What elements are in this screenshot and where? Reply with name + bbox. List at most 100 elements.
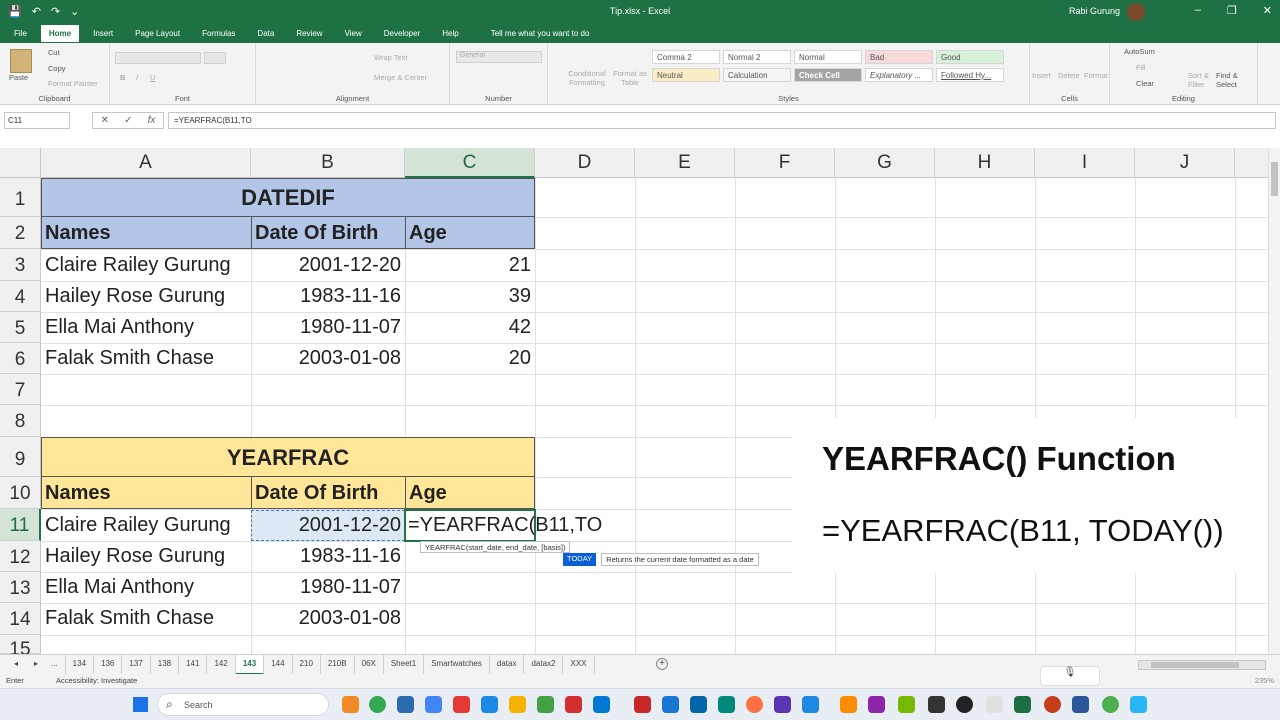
merge-center-button[interactable]: Merge & Center <box>374 73 427 82</box>
sheet-tab-138[interactable]: 138 <box>151 655 180 675</box>
tab-formulas[interactable]: Formulas <box>202 29 235 38</box>
number-format-select[interactable]: General <box>456 51 542 63</box>
sheet-tab-142[interactable]: 142 <box>207 655 236 675</box>
row-header-12[interactable]: 12 <box>0 541 41 572</box>
bold-icon[interactable]: B <box>120 73 125 82</box>
font-size-select[interactable] <box>204 52 226 64</box>
sheet-tab-datax2[interactable]: datax2 <box>524 655 564 675</box>
app-icon-27[interactable] <box>1102 696 1119 713</box>
yearfrac-formula-cell[interactable]: =YEARFRAC(B11,TO <box>408 514 602 537</box>
column-header-k[interactable] <box>1235 148 1268 178</box>
sheet-tab-datax[interactable]: datax <box>490 655 525 675</box>
row-header-8[interactable]: 8 <box>0 405 41 437</box>
format-cells-button[interactable]: Format <box>1084 71 1108 80</box>
column-header-f[interactable]: F <box>735 148 835 178</box>
app-icon-14[interactable] <box>718 696 735 713</box>
row-header-13[interactable]: 13 <box>0 572 41 603</box>
yearfrac-title[interactable]: YEARFRAC <box>41 445 535 471</box>
sheet-tab-more[interactable]: ... <box>44 655 66 675</box>
sheet-tab-143[interactable]: 143 <box>235 655 265 675</box>
row-header-15[interactable]: 15 <box>0 635 41 654</box>
app-icon-9[interactable] <box>565 696 582 713</box>
app-icon-25[interactable] <box>1044 696 1061 713</box>
style-normal[interactable]: Normal <box>794 50 862 64</box>
style-comma2[interactable]: Comma 2 <box>652 50 720 64</box>
yearfrac-dob-cell[interactable]: 1983-11-16 <box>251 545 401 568</box>
yearfrac-dob-cell[interactable]: 2003-01-08 <box>251 607 401 630</box>
tell-me-search[interactable]: Tell me what you want to do <box>491 29 590 38</box>
tab-insert[interactable]: Insert <box>93 29 113 38</box>
row-header-3[interactable]: 3 <box>0 249 41 281</box>
app-icon-23[interactable] <box>986 696 1003 713</box>
column-header-b[interactable]: B <box>251 148 405 178</box>
sort-filter-button[interactable]: Sort & Filter <box>1188 71 1214 89</box>
copy-button[interactable]: Copy <box>48 64 66 73</box>
column-header-a[interactable]: A <box>41 148 251 178</box>
minimize-icon[interactable]: – <box>1195 4 1201 17</box>
yearfrac-dob-cell[interactable]: 2001-12-20 <box>251 514 401 537</box>
datedif-age-cell[interactable]: 42 <box>405 316 531 339</box>
app-icon-17[interactable] <box>802 696 819 713</box>
app-icon-8[interactable] <box>537 696 554 713</box>
column-header-e[interactable]: E <box>635 148 735 178</box>
sheet-tab-06x[interactable]: 06X <box>355 655 384 675</box>
zoom-level[interactable]: 235% <box>1255 676 1274 685</box>
format-as-table-button[interactable]: Format as Table <box>610 69 650 87</box>
tab-review[interactable]: Review <box>296 29 322 38</box>
row-header-9[interactable]: 9 <box>0 437 41 477</box>
sheet-tab-210b[interactable]: 210B <box>321 655 355 675</box>
sheet-tab-210[interactable]: 210 <box>293 655 321 675</box>
word-icon[interactable] <box>1072 696 1089 713</box>
app-icon-1[interactable] <box>342 696 359 713</box>
sheet-tab-136[interactable]: 136 <box>94 655 123 675</box>
yearfrac-header-age[interactable]: Age <box>409 482 447 505</box>
dictation-mic-icon[interactable]: 🎙 <box>1040 666 1100 686</box>
tab-home[interactable]: Home <box>40 24 80 42</box>
sheet-tab-smartwatches[interactable]: Smartwatches <box>424 655 490 675</box>
tab-view[interactable]: View <box>345 29 362 38</box>
datedif-header-names[interactable]: Names <box>45 222 111 245</box>
app-icon-19[interactable] <box>868 696 885 713</box>
column-header-d[interactable]: D <box>535 148 635 178</box>
app-icon-18[interactable] <box>840 696 857 713</box>
row-header-1[interactable]: 1 <box>0 178 41 217</box>
yearfrac-header-dob[interactable]: Date Of Birth <box>255 482 378 505</box>
yearfrac-header-names[interactable]: Names <box>45 482 111 505</box>
cancel-icon[interactable]: ✕ <box>101 115 109 126</box>
sheet-prev-icon[interactable]: ◂ <box>14 659 18 668</box>
sheet-tab-xxx[interactable]: XXX <box>563 655 595 675</box>
app-icon-12[interactable] <box>662 696 679 713</box>
wrap-text-button[interactable]: Wrap Text <box>374 53 408 62</box>
enter-icon[interactable]: ✓ <box>124 115 132 126</box>
vscode-icon[interactable] <box>690 696 707 713</box>
fill-button[interactable]: Fill <box>1136 63 1146 72</box>
tab-file[interactable]: File <box>14 29 27 38</box>
style-normal2[interactable]: Normal 2 <box>723 50 791 64</box>
excel-icon[interactable] <box>1014 696 1031 713</box>
nvidia-icon[interactable] <box>898 696 915 713</box>
datedif-age-cell[interactable]: 21 <box>405 254 531 277</box>
sheet-tab-137[interactable]: 137 <box>122 655 151 675</box>
app-icon-21[interactable] <box>928 696 945 713</box>
paste-icon[interactable] <box>10 49 32 73</box>
datedif-dob-cell[interactable]: 1983-11-16 <box>251 285 401 308</box>
app-icon-6[interactable] <box>481 696 498 713</box>
app-icon-3[interactable] <box>397 696 414 713</box>
datedif-header-age[interactable]: Age <box>409 222 447 245</box>
row-header-14[interactable]: 14 <box>0 603 41 635</box>
tab-data[interactable]: Data <box>257 29 274 38</box>
sheet-tab-134[interactable]: 134 <box>66 655 95 675</box>
style-explanatory[interactable]: Explanatory ... <box>865 68 933 82</box>
row-header-10[interactable]: 10 <box>0 477 41 509</box>
file-explorer-icon[interactable] <box>509 696 526 713</box>
row-header-2[interactable]: 2 <box>0 217 41 249</box>
row-header-11[interactable]: 11 <box>0 509 41 541</box>
column-header-j[interactable]: J <box>1135 148 1235 178</box>
horizontal-scrollbar[interactable] <box>1138 660 1266 670</box>
column-header-i[interactable]: I <box>1035 148 1135 178</box>
italic-icon[interactable]: I <box>136 73 138 82</box>
tab-help[interactable]: Help <box>442 29 458 38</box>
add-sheet-icon[interactable]: + <box>656 658 668 670</box>
tab-developer[interactable]: Developer <box>384 29 420 38</box>
vertical-scrollbar[interactable] <box>1268 148 1280 654</box>
